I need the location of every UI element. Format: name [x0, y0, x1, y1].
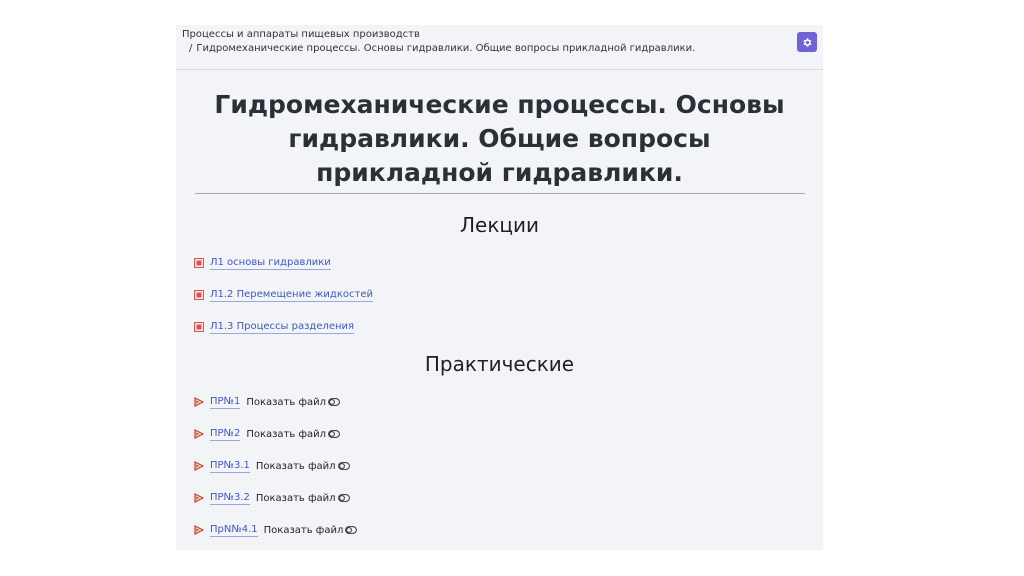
toggle-icon[interactable]: [328, 398, 340, 406]
toggle-icon[interactable]: [337, 462, 350, 470]
lecture-link[interactable]: Л1 основы гидравлики: [210, 257, 331, 270]
settings-button[interactable]: [797, 32, 817, 52]
gear-icon: [803, 37, 811, 47]
show-file-label: Показать файл: [246, 428, 327, 440]
practical-item: ПР№3.2 Показать файл: [194, 490, 350, 506]
lectures-heading: Лекции: [459, 213, 540, 237]
show-file-button[interactable]: Показать файл: [264, 525, 344, 536]
lecture-item: Л1 основы гидравлики: [194, 255, 331, 271]
breadcrumb-separator: /: [189, 43, 193, 54]
practical-link[interactable]: ПР№3.2: [210, 492, 250, 505]
show-file-label: Показать файл: [263, 524, 344, 536]
lecture-item: Л1.3 Процессы разделения: [194, 319, 355, 335]
practical-link[interactable]: ПР№2: [210, 428, 241, 441]
practical-item: ПрN№4.1 Показать файл: [194, 522, 358, 538]
page-title: Гидромеханические процессы. Основы гидра…: [214, 90, 785, 187]
document-icon: [194, 290, 204, 300]
practical-item: ПР№2 Показать файл: [194, 426, 340, 442]
header-divider: [176, 69, 823, 70]
breadcrumb-course-link[interactable]: Процессы и аппараты пищевых производств: [182, 29, 420, 40]
show-file-button[interactable]: Показать файл: [246, 397, 326, 408]
course-content-panel: Процессы и аппараты пищевых производств …: [176, 25, 823, 550]
practicals-heading: Практические: [424, 352, 575, 376]
show-file-button[interactable]: Показать файл: [256, 461, 336, 472]
practical-link[interactable]: ПР№3.1: [210, 460, 250, 473]
practical-link[interactable]: ПР№1: [210, 396, 241, 409]
practical-item: ПР№1 Показать файл: [194, 394, 340, 410]
pdf-icon: [194, 493, 204, 503]
pdf-icon: [194, 461, 204, 471]
show-file-label: Показать файл: [246, 396, 327, 408]
title-divider: [195, 193, 805, 194]
breadcrumb-current: Гидромеханические процессы. Основы гидра…: [196, 43, 696, 54]
lecture-link[interactable]: Л1.2 Перемещение жидкостей: [210, 289, 373, 302]
show-file-button[interactable]: Показать файл: [246, 429, 326, 440]
toggle-icon[interactable]: [328, 430, 340, 438]
pdf-icon: [194, 397, 204, 407]
toggle-icon[interactable]: [337, 494, 350, 502]
show-file-button[interactable]: Показать файл: [256, 493, 336, 504]
show-file-label: Показать файл: [255, 460, 336, 472]
lecture-item: Л1.2 Перемещение жидкостей: [194, 287, 373, 303]
document-icon: [194, 258, 204, 268]
practical-link[interactable]: ПрN№4.1: [210, 524, 258, 537]
breadcrumb-current-row: / Гидромеханические процессы. Основы гидр…: [182, 42, 695, 56]
practical-item: ПР№3.1 Показать файл: [194, 458, 350, 474]
document-icon: [194, 322, 204, 332]
breadcrumb: Процессы и аппараты пищевых производств …: [182, 28, 695, 56]
show-file-label: Показать файл: [255, 492, 336, 504]
pdf-icon: [194, 525, 204, 535]
pdf-icon: [194, 429, 204, 439]
toggle-icon[interactable]: [345, 526, 358, 534]
lecture-link[interactable]: Л1.3 Процессы разделения: [210, 321, 355, 334]
